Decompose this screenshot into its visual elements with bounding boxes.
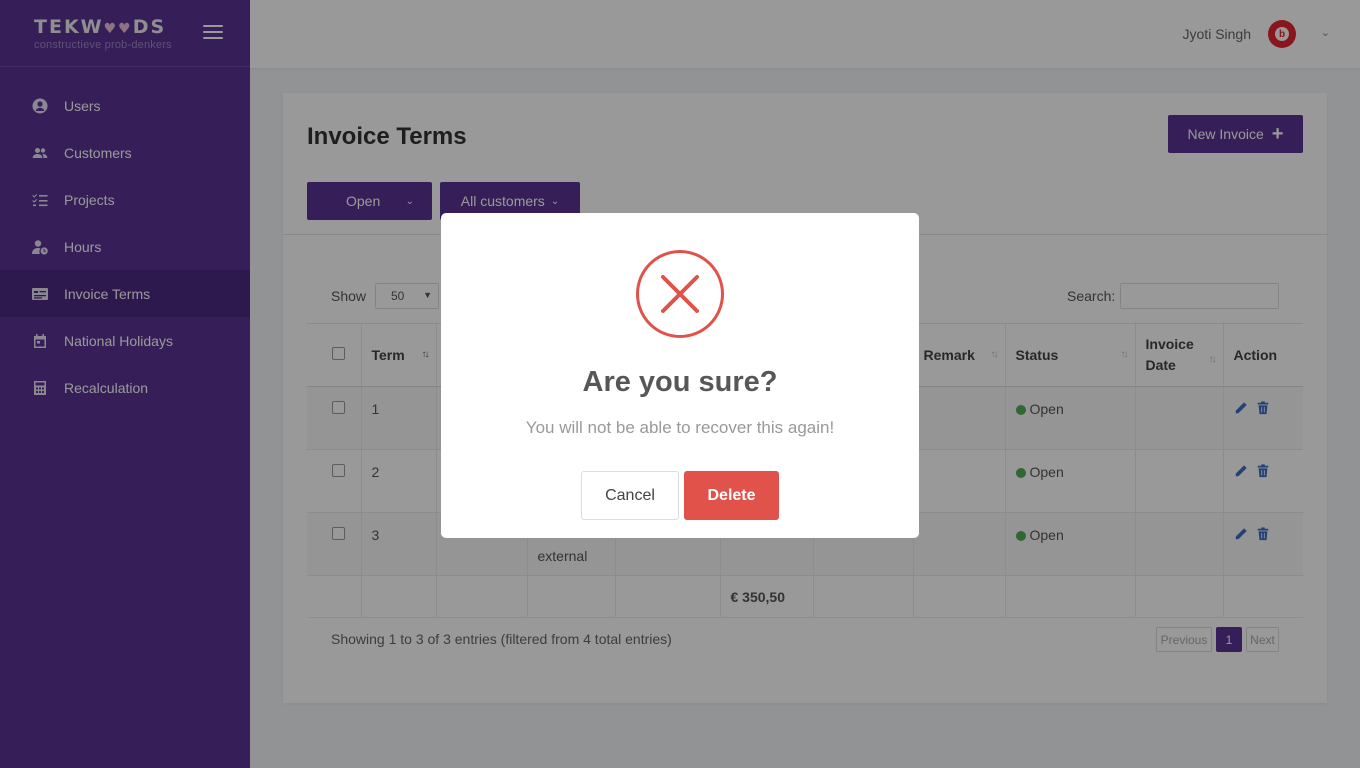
cancel-button[interactable]: Cancel [581, 471, 679, 520]
error-x-icon [636, 250, 724, 338]
dialog-title: Are you sure? [582, 366, 778, 398]
confirm-delete-dialog: Are you sure? You will not be able to re… [441, 213, 919, 538]
dialog-message: You will not be able to recover this aga… [525, 418, 835, 437]
delete-button[interactable]: Delete [684, 471, 779, 520]
